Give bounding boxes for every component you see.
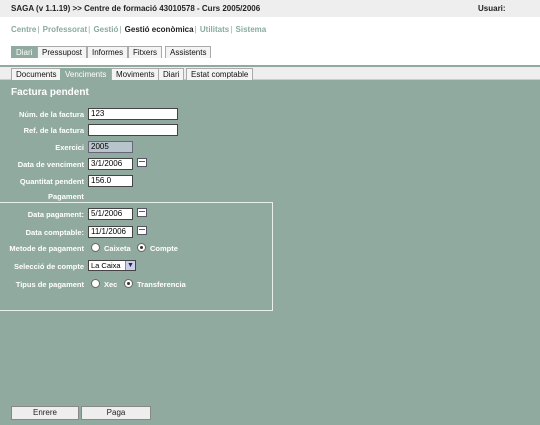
page-title: Factura pendent <box>11 87 89 98</box>
radio-transferencia[interactable] <box>124 279 133 288</box>
metode-pagament-label: Metode de pagament <box>9 244 84 253</box>
nav-separator: | <box>194 25 197 34</box>
pay-button[interactable]: Paga <box>81 406 151 420</box>
ref-factura-label: Ref. de la factura <box>23 126 84 135</box>
exercici-label: Exercici <box>55 143 84 152</box>
tab-diari[interactable]: Diari <box>11 46 38 58</box>
calendar-icon[interactable] <box>137 158 147 167</box>
nav-separator: | <box>230 25 233 34</box>
num-factura-input[interactable]: 123 <box>88 108 178 120</box>
ref-factura-input[interactable] <box>88 124 178 136</box>
chevron-down-icon: ▼ <box>125 261 135 270</box>
data-comptable-label: Data comptable: <box>25 228 84 237</box>
nav-item-utilitats[interactable]: Utilitats <box>200 25 229 34</box>
tab-pressupost[interactable]: Pressupost <box>37 46 88 58</box>
data-comptable-input[interactable]: 11/1/2006 <box>88 226 133 238</box>
back-button[interactable]: Enrere <box>11 406 79 420</box>
subtab-documents[interactable]: Documents <box>11 68 62 80</box>
seleccio-compte-label: Selecció de compte <box>13 262 84 271</box>
window-titlebar: SAGA (v 1.1.19) >> Centre de formació 43… <box>0 0 540 17</box>
compte-select[interactable]: La Caixa ▼ <box>88 260 136 271</box>
data-pagament-input[interactable]: 5/1/2006 <box>88 208 133 220</box>
subtab-moviments[interactable]: Moviments <box>111 68 160 80</box>
nav-separator: | <box>88 25 91 34</box>
subtab-venciments[interactable]: Venciments <box>60 68 112 80</box>
top-nav: Centre| Professorat| Gestió| Gestió econ… <box>0 17 540 43</box>
radio-compte[interactable] <box>137 243 146 252</box>
subtab-estat-comptable[interactable]: Estat comptable <box>186 68 254 80</box>
data-venciment-label: Data de venciment <box>17 160 84 169</box>
nav-item-gestio[interactable]: Gestió <box>93 25 118 34</box>
sub-tabs: Documents Venciments Moviments Diari Est… <box>0 67 540 80</box>
data-pagament-label: Data pagament: <box>27 210 84 219</box>
calendar-icon[interactable] <box>137 208 147 217</box>
radio-transferencia-label: Transferencia <box>137 280 186 289</box>
nav-item-sistema[interactable]: Sistema <box>236 25 267 34</box>
quantitat-pendent-label: Quantitat pendent <box>19 177 84 186</box>
num-factura-label: Núm. de la factura <box>18 110 84 119</box>
data-venciment-input[interactable]: 3/1/2006 <box>88 158 133 170</box>
tab-fitxers[interactable]: Fitxers <box>128 46 162 58</box>
quantitat-pendent-input[interactable]: 156.0 <box>88 175 133 187</box>
compte-select-value: La Caixa <box>91 261 121 270</box>
main-tabs: Diari Pressupost Informes Fitxers Assist… <box>0 43 540 67</box>
exercici-input: 2005 <box>88 141 133 153</box>
nav-item-professorat[interactable]: Professorat <box>43 25 87 34</box>
pagament-section-label: Pagament <box>48 192 84 201</box>
calendar-icon[interactable] <box>137 226 147 235</box>
radio-xec[interactable] <box>91 279 100 288</box>
radio-caixeta[interactable] <box>91 243 100 252</box>
tipus-pagament-label: Tipus de pagament <box>15 280 84 289</box>
radio-caixeta-label: Caixeta <box>104 244 131 253</box>
tab-assistents[interactable]: Assistents <box>165 46 212 58</box>
radio-compte-label: Compte <box>150 244 178 253</box>
nav-separator: | <box>37 25 40 34</box>
radio-xec-label: Xec <box>104 280 118 289</box>
nav-item-centre[interactable]: Centre <box>11 25 36 34</box>
user-label: Usuari: <box>478 4 506 13</box>
subtab-diari[interactable]: Diari <box>158 68 185 80</box>
window-title: SAGA (v 1.1.19) >> Centre de formació 43… <box>11 4 261 13</box>
tab-informes[interactable]: Informes <box>87 46 129 58</box>
nav-separator: | <box>119 25 122 34</box>
nav-item-gestio-economica[interactable]: Gestió econòmica <box>125 25 194 34</box>
